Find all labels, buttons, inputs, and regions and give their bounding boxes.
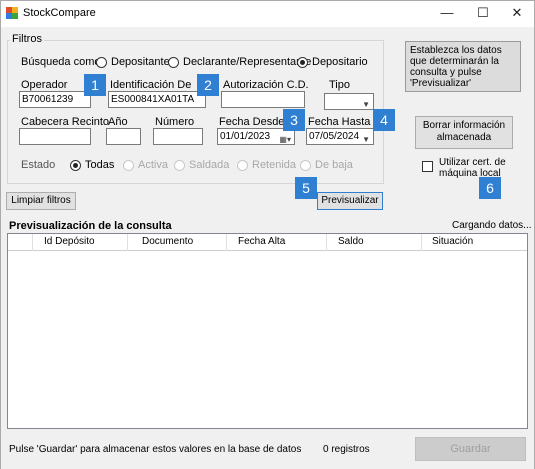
numero-label: Número — [155, 116, 195, 128]
records-count: 0 registros — [323, 444, 370, 455]
operador-field[interactable]: B70061239 — [19, 91, 91, 108]
filters-legend: Filtros — [10, 33, 44, 45]
marker-2: 2 — [197, 74, 219, 96]
operador-label: Operador — [21, 79, 68, 91]
title-bar[interactable]: StockCompare — ☐ ✕ — [1, 1, 534, 27]
column-separator — [226, 234, 227, 251]
calendar-icon[interactable]: ▦▾ — [279, 133, 291, 144]
loading-status: Cargando datos... — [452, 220, 532, 231]
chevron-down-icon: ▼ — [362, 135, 370, 144]
radio-depositante-label[interactable]: Depositante — [111, 56, 170, 68]
radio-depositario[interactable] — [297, 57, 308, 68]
radio-declarante-label[interactable]: Declarante/Representante — [183, 56, 311, 68]
column-documento[interactable]: Documento — [142, 236, 193, 247]
radio-depositante[interactable] — [96, 57, 107, 68]
guardar-button: Guardar — [415, 437, 526, 461]
fecha-desde-label: Fecha Desde — [219, 116, 285, 128]
search-as-label: Búsqueda como — [21, 56, 101, 68]
autorizacion-label: Autorización C.D. — [223, 79, 309, 91]
estado-debaja-radio — [300, 160, 311, 171]
anio-field[interactable] — [106, 128, 141, 145]
autorizacion-field[interactable] — [221, 91, 305, 108]
tipo-label: Tipo — [329, 79, 350, 91]
utilizar-cert-checkbox[interactable] — [422, 161, 433, 172]
app-window: StockCompare — ☐ ✕ Filtros Búsqueda como… — [0, 0, 535, 469]
fecha-desde-value: 01/01/2023 — [220, 131, 271, 142]
numero-field[interactable] — [153, 128, 203, 145]
grid-header: Id Depósito Documento Fecha Alta Saldo S… — [8, 234, 527, 251]
marker-5: 5 — [295, 177, 317, 199]
fecha-hasta-label: Fecha Hasta — [308, 116, 371, 128]
chevron-down-icon: ▼ — [362, 100, 370, 109]
estado-saldada-radio — [174, 160, 185, 171]
marker-3: 3 — [283, 109, 305, 131]
client-area: Filtros Búsqueda como Depositante Declar… — [1, 27, 534, 469]
close-button[interactable]: ✕ — [499, 1, 535, 25]
preview-grid[interactable]: Id Depósito Documento Fecha Alta Saldo S… — [7, 233, 528, 429]
estado-retenida-radio — [237, 160, 248, 171]
window-title: StockCompare — [23, 7, 96, 19]
info-box: Establezca los datos que determinarán la… — [405, 41, 521, 92]
estado-todas-label[interactable]: Todas — [85, 159, 114, 171]
column-separator — [32, 234, 33, 251]
identificacion-label: Identificación Depósito — [110, 79, 192, 91]
marker-6: 6 — [479, 177, 501, 199]
marker-4: 4 — [373, 109, 395, 131]
estado-todas-radio[interactable] — [70, 160, 81, 171]
column-separator — [127, 234, 128, 251]
app-icon — [6, 7, 18, 19]
tipo-select[interactable]: ▼ — [324, 93, 374, 110]
previsualizar-button[interactable]: Previsualizar — [317, 192, 383, 210]
estado-retenida-label: Retenida — [252, 159, 297, 171]
anio-label: Año — [108, 116, 128, 128]
column-saldo[interactable]: Saldo — [338, 236, 364, 247]
column-id-deposito[interactable]: Id Depósito — [44, 236, 95, 247]
fecha-hasta-value: 07/05/2024 — [309, 131, 360, 142]
maximize-button[interactable]: ☐ — [465, 1, 501, 25]
limpiar-filtros-button[interactable]: Limpiar filtros — [6, 192, 76, 210]
radio-depositario-label[interactable]: Depositario — [312, 56, 368, 68]
estado-activa-radio — [123, 160, 134, 171]
preview-title: Previsualización de la consulta — [9, 220, 172, 232]
column-separator — [326, 234, 327, 251]
utilizar-cert-label[interactable]: Utilizar cert. de máquina local — [439, 157, 509, 179]
estado-saldada-label: Saldada — [189, 159, 230, 171]
radio-declarante[interactable] — [168, 57, 179, 68]
borrar-info-button[interactable]: Borrar información almacenada — [415, 116, 513, 149]
cabecera-label: Cabecera Recinto — [21, 116, 110, 128]
column-fecha-alta[interactable]: Fecha Alta — [238, 236, 285, 247]
marker-1: 1 — [84, 74, 106, 96]
identificacion-field[interactable]: ES000841XA01TA — [108, 91, 206, 108]
footer-hint: Pulse 'Guardar' para almacenar estos val… — [9, 444, 302, 455]
minimize-button[interactable]: — — [429, 1, 465, 25]
estado-activa-label: Activa — [138, 159, 168, 171]
estado-debaja-label: De baja — [315, 159, 353, 171]
column-separator — [421, 234, 422, 251]
estado-label: Estado — [21, 159, 56, 171]
column-situacion[interactable]: Situación — [432, 236, 473, 247]
fecha-hasta-picker[interactable]: 07/05/2024 ▼ — [306, 128, 374, 145]
cabecera-field[interactable] — [19, 128, 91, 145]
